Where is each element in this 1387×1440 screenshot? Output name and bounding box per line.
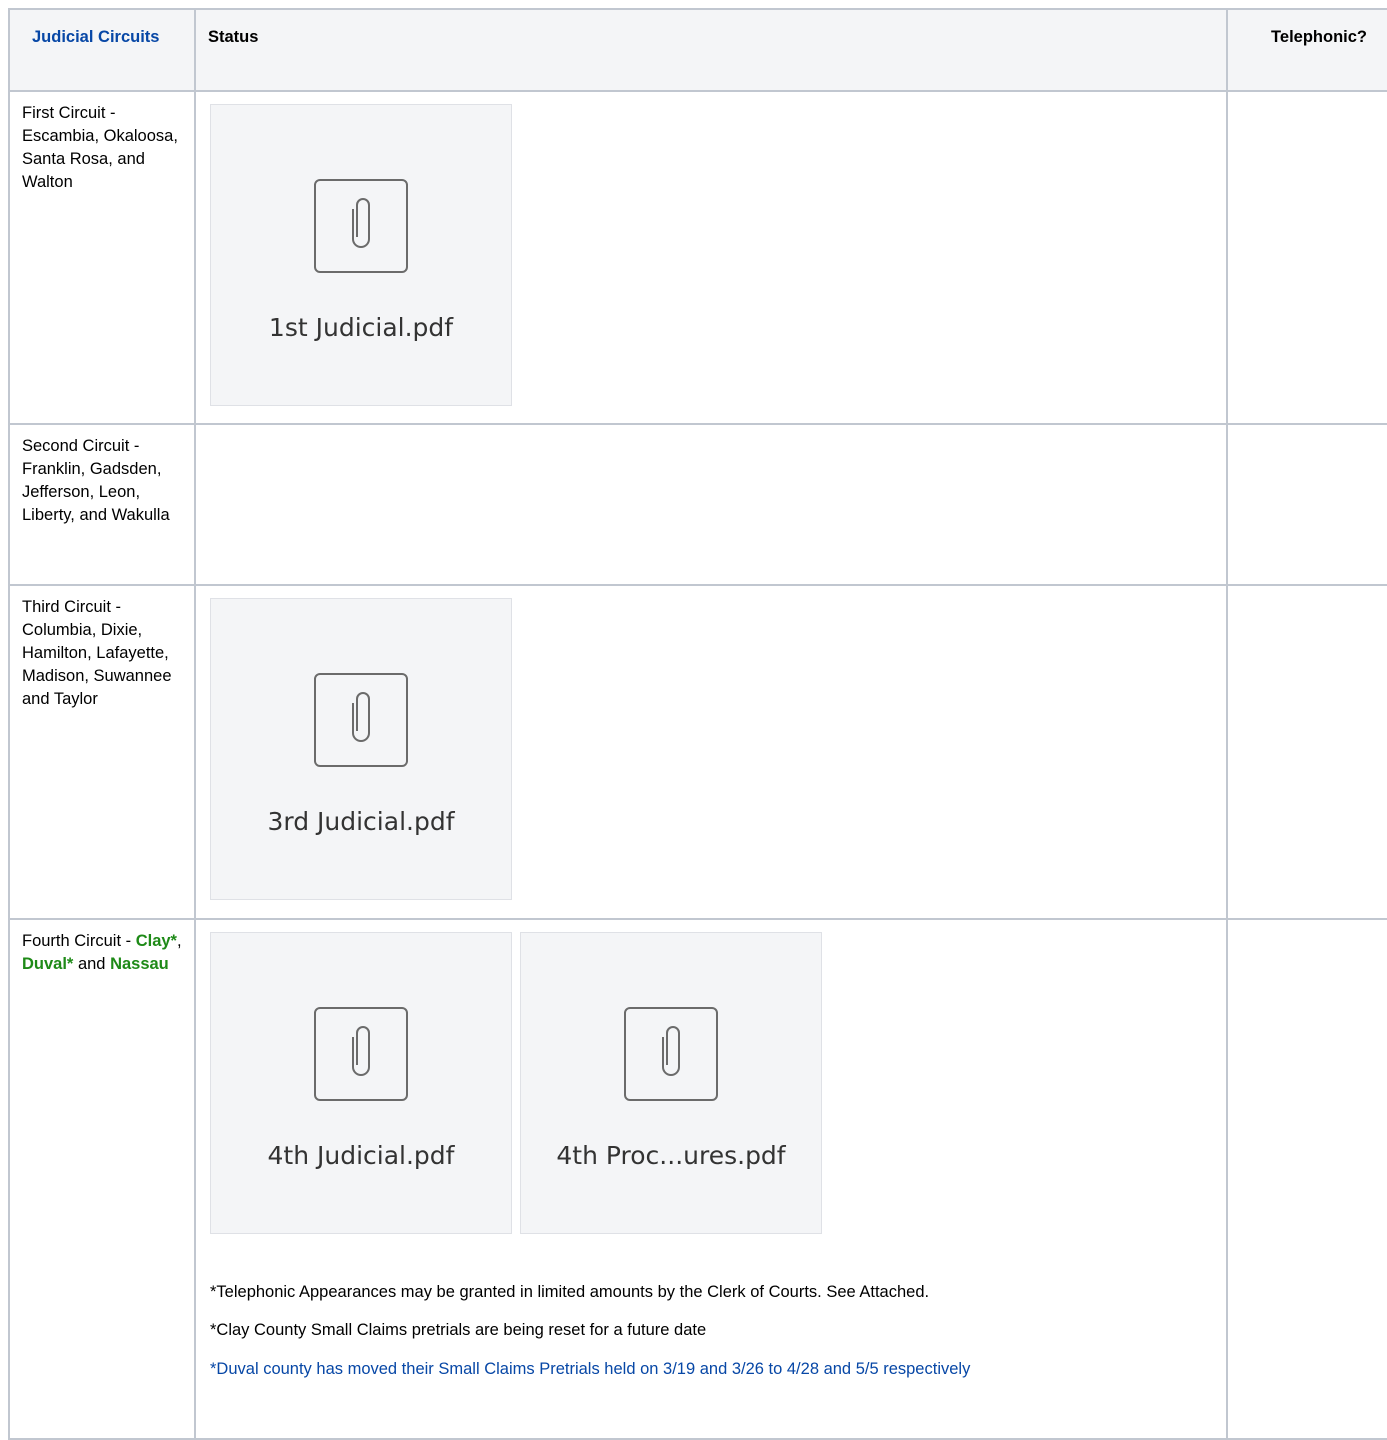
paperclip-icon [624,1007,718,1101]
circuits-table: Judicial Circuits Status Telephonic? Fir… [8,8,1387,1440]
circuit-cell: First Circuit - Escambia, Okaloosa, Sant… [8,90,196,425]
status-cell: 1st Judicial.pdf [194,90,1228,425]
circuit-cell: Second Circuit - Franklin, Gadsden, Jeff… [8,423,196,586]
attachment-card[interactable]: 1st Judicial.pdf [210,104,512,406]
circuits-table-container: Judicial Circuits Status Telephonic? Fir… [8,8,1387,1440]
status-cell [194,423,1228,586]
attachment-name: 3rd Judicial.pdf [267,807,455,836]
status-note: *Clay County Small Claims pretrials are … [210,1321,707,1339]
telephonic-cell [1226,90,1387,425]
attachment-card[interactable]: 4th Judicial.pdf [210,932,512,1234]
status-note: *Duval county has moved their Small Clai… [210,1360,971,1378]
circuit-name: First Circuit - Escambia, Okaloosa, Sant… [22,104,178,191]
telephonic-cell [1226,423,1387,586]
table-row: Second Circuit - Franklin, Gadsden, Jeff… [8,423,1387,586]
circuit-name: Third Circuit - Columbia, Dixie, Hamilto… [22,598,172,708]
attachment-name: 1st Judicial.pdf [268,313,454,342]
circuit-cell: Fourth Circuit - Clay*, Duval* and Nassa… [8,918,196,1440]
table-row: Fourth Circuit - Clay*, Duval* and Nassa… [8,918,1387,1440]
attachment-name: 4th Proc...ures.pdf [556,1141,786,1170]
circuit-cell: Third Circuit - Columbia, Dixie, Hamilto… [8,584,196,920]
link-nassau[interactable]: Nassau [110,955,169,973]
header-telephonic: Telephonic? [1226,8,1387,92]
status-cell: 3rd Judicial.pdf [194,584,1228,920]
attachment-card[interactable]: 3rd Judicial.pdf [210,598,512,900]
table-row: First Circuit - Escambia, Okaloosa, Sant… [8,90,1387,425]
attachment-card[interactable]: 4th Proc...ures.pdf [520,932,822,1234]
status-cell: 4th Judicial.pdf 4th Proc...ures.pdf *Te… [194,918,1228,1440]
header-status: Status [194,8,1228,92]
table-row: Third Circuit - Columbia, Dixie, Hamilto… [8,584,1387,920]
circuit-prefix: Fourth Circuit - [22,932,136,950]
telephonic-cell [1226,918,1387,1440]
link-duval[interactable]: Duval* [22,955,73,973]
table-header-row: Judicial Circuits Status Telephonic? [8,8,1387,92]
circuit-sep: and [73,955,111,973]
attachment-name: 4th Judicial.pdf [267,1141,455,1170]
circuit-name: Second Circuit - Franklin, Gadsden, Jeff… [22,437,170,524]
circuit-sep: , [176,932,182,950]
link-clay[interactable]: Clay* [136,932,177,950]
status-note: *Telephonic Appearances may be granted i… [210,1283,930,1301]
header-judicial-circuits[interactable]: Judicial Circuits [8,8,196,92]
paperclip-icon [314,1007,408,1101]
paperclip-icon [314,673,408,767]
telephonic-cell [1226,584,1387,920]
paperclip-icon [314,179,408,273]
